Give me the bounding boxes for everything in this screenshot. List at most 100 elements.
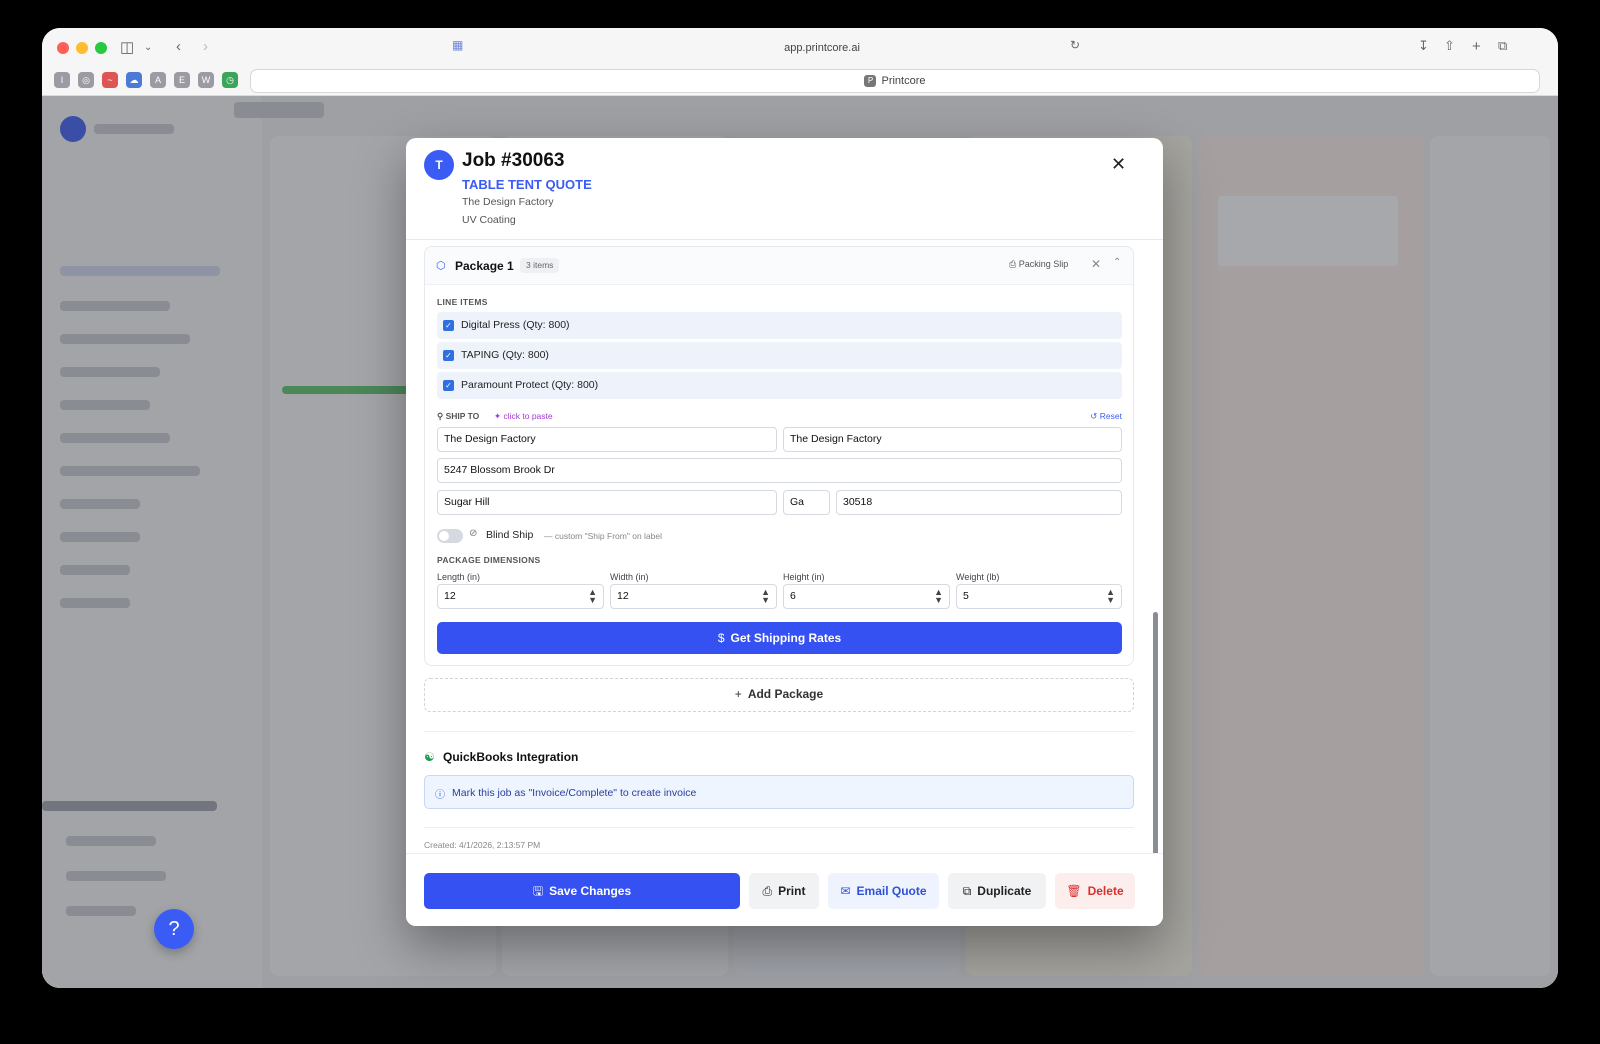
tab-printcore[interactable]: P Printcore <box>250 69 1540 93</box>
line-item-label: Digital Press (Qty: 800) <box>461 319 570 331</box>
width-label: Width (in) <box>610 572 649 582</box>
blind-ship-note: — custom "Ship From" on label <box>544 531 662 541</box>
stepper-icon[interactable]: ▲ ▼ <box>761 588 770 605</box>
length-input[interactable]: 12 ▲ ▼ <box>437 584 604 609</box>
width-input[interactable]: 12 ▲ ▼ <box>610 584 777 609</box>
sidebar-toggle-icon[interactable]: ◫ <box>120 38 134 56</box>
job-title: Job #30063 <box>462 150 565 171</box>
favorite-item[interactable]: ◎ <box>78 72 94 88</box>
packing-slip-button[interactable]: ⎙ Packing Slip <box>1009 259 1068 270</box>
toggle-knob <box>439 531 449 541</box>
plus-icon: + <box>734 687 742 701</box>
maximize-window-button[interactable] <box>95 42 107 54</box>
line-item-label: TAPING (Qty: 800) <box>461 349 549 361</box>
globe-icon: ☯ <box>424 750 435 764</box>
favorite-item[interactable]: ☁ <box>126 72 142 88</box>
ship-street-field[interactable]: 5247 Blossom Brook Dr <box>437 458 1122 483</box>
checkbox-icon[interactable]: ✓ <box>443 350 454 361</box>
copy-icon: ⧉ <box>962 884 972 898</box>
ship-company-field[interactable]: The Design Factory <box>783 427 1122 452</box>
weight-input[interactable]: 5 ▲ ▼ <box>956 584 1122 609</box>
job-modal: T Job #30063 TABLE TENT QUOTE The Design… <box>406 138 1163 926</box>
section-divider <box>424 731 1134 732</box>
dimensions-label: PACKAGE DIMENSIONS <box>437 555 541 565</box>
ship-name-field[interactable]: The Design Factory <box>437 427 777 452</box>
pin-icon: ⚲ <box>437 411 446 421</box>
delete-button[interactable]: 🗑 Delete <box>1055 873 1135 909</box>
add-package-button[interactable]: + Add Package <box>424 678 1134 712</box>
modal-header: T Job #30063 TABLE TENT QUOTE The Design… <box>406 138 1163 240</box>
package-header[interactable]: ⬡ Package 1 3 items ⎙ Packing Slip ✕ ⌃ <box>425 247 1133 285</box>
share-icon[interactable]: ⇧ <box>1444 38 1455 54</box>
forward-icon[interactable]: › <box>203 38 208 55</box>
favorite-item[interactable]: ◷ <box>222 72 238 88</box>
stepper-icon[interactable]: ▲ ▼ <box>1106 588 1115 605</box>
line-item[interactable]: ✓ TAPING (Qty: 800) <box>437 342 1122 369</box>
printer-icon: ⎙ <box>1009 259 1019 269</box>
window-controls <box>57 42 107 54</box>
blind-ship-label: Blind Ship <box>486 529 534 541</box>
chevron-down-icon[interactable]: ⌄ <box>144 42 152 53</box>
checkbox-icon[interactable]: ✓ <box>443 320 454 331</box>
paste-address-button[interactable]: ✦ click to paste <box>494 411 553 422</box>
get-shipping-rates-button[interactable]: $ Get Shipping Rates <box>437 622 1122 654</box>
favorite-item[interactable]: A <box>150 72 166 88</box>
section-divider <box>424 827 1134 828</box>
job-type: TABLE TENT QUOTE <box>462 177 592 192</box>
favorite-item[interactable]: ~ <box>102 72 118 88</box>
close-window-button[interactable] <box>57 42 69 54</box>
new-tab-icon[interactable]: + <box>1472 38 1481 55</box>
print-button[interactable]: ⎙ Print <box>749 873 819 909</box>
reload-icon[interactable]: ↻ <box>1070 38 1080 52</box>
site-extension-icon[interactable]: ▦ <box>452 38 463 52</box>
favorite-item[interactable]: I <box>54 72 70 88</box>
duplicate-button[interactable]: ⧉ Duplicate <box>948 873 1046 909</box>
weight-label: Weight (lb) <box>956 572 1000 582</box>
stepper-icon[interactable]: ▲ ▼ <box>934 588 943 605</box>
height-input[interactable]: 6 ▲ ▼ <box>783 584 950 609</box>
tab-overview-icon[interactable]: ⧉ <box>1498 38 1507 54</box>
created-timestamp: Created: 4/1/2026, 2:13:57 PM <box>424 840 541 850</box>
ship-city-field[interactable]: Sugar Hill <box>437 490 777 515</box>
info-icon: ⓘ <box>435 790 445 801</box>
mail-icon: ✉ <box>840 884 851 898</box>
quickbooks-info: ⓘ Mark this job as "Invoice/Complete" to… <box>424 775 1134 809</box>
package-title: Package 1 <box>455 259 514 273</box>
checkbox-icon[interactable]: ✓ <box>443 380 454 391</box>
packing-slip-label: Packing Slip <box>1018 259 1069 269</box>
trash-icon: 🗑 <box>1066 884 1082 898</box>
save-changes-button[interactable]: 🖫 Save Changes <box>424 873 740 909</box>
quickbooks-title: QuickBooks Integration <box>443 750 579 764</box>
browser-window: ◫ ⌄ ‹ › ▦ app.printcore.ai ↻ ↧ ⇧ + ⧉ I ◎… <box>42 28 1558 988</box>
printer-icon: ⎙ <box>762 884 773 898</box>
ship-to-label: ⚲ SHIP TO <box>437 411 480 421</box>
favorite-item[interactable]: W <box>198 72 214 88</box>
ship-state-field[interactable]: Ga <box>783 490 830 515</box>
job-client: The Design Factory <box>462 196 554 208</box>
quickbooks-info-text: Mark this job as "Invoice/Complete" to c… <box>452 787 697 799</box>
job-avatar: T <box>424 150 454 180</box>
modal-footer: 🖫 Save Changes ⎙ Print ✉ Email Quote ⧉ Dupli… <box>406 853 1163 926</box>
favorite-item[interactable]: E <box>174 72 190 88</box>
save-icon: 🖫 <box>532 884 544 898</box>
line-item[interactable]: ✓ Digital Press (Qty: 800) <box>437 312 1122 339</box>
line-item[interactable]: ✓ Paramount Protect (Qty: 800) <box>437 372 1122 399</box>
close-icon[interactable]: ✕ <box>1111 154 1126 175</box>
remove-package-icon[interactable]: ✕ <box>1091 257 1101 271</box>
download-icon[interactable]: ↧ <box>1418 38 1429 54</box>
address-bar[interactable]: app.printcore.ai <box>492 36 1152 60</box>
ship-zip-field[interactable]: 30518 <box>836 490 1122 515</box>
chevron-up-icon[interactable]: ⌃ <box>1113 257 1121 268</box>
stepper-icon[interactable]: ▲ ▼ <box>588 588 597 605</box>
eye-off-icon: ⊘ <box>469 528 478 539</box>
blind-ship-toggle[interactable] <box>437 529 463 543</box>
minimize-window-button[interactable] <box>76 42 88 54</box>
reset-address-button[interactable]: ↺ Reset <box>1090 411 1122 422</box>
package-items-badge: 3 items <box>520 258 560 273</box>
help-button[interactable]: ? <box>154 909 194 949</box>
ship-to-header: ⚲ SHIP TO ✦ click to paste ↺ Reset <box>437 411 1122 425</box>
back-icon[interactable]: ‹ <box>176 38 181 55</box>
email-quote-button[interactable]: ✉ Email Quote <box>828 873 939 909</box>
job-coating: UV Coating <box>462 214 516 226</box>
box-icon: ⬡ <box>436 260 446 272</box>
